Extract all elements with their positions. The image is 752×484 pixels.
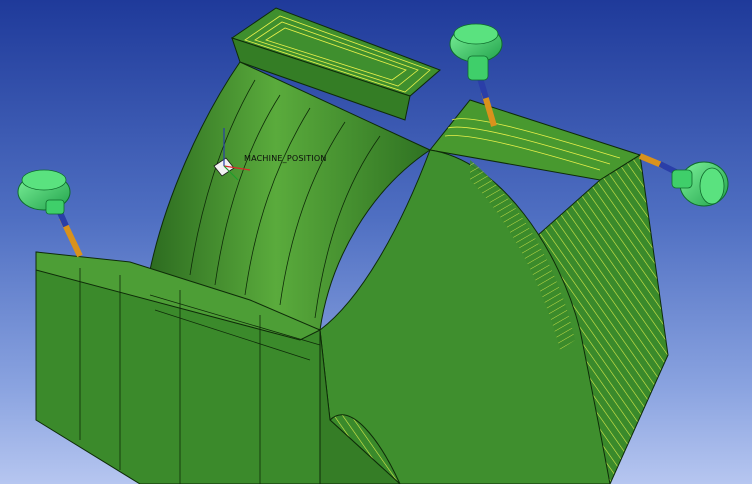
cutting-tool-right[interactable] xyxy=(638,153,729,207)
graphics-viewport[interactable]: MACHINE_POSITION xyxy=(0,0,752,484)
cutting-tool-left[interactable] xyxy=(17,169,83,258)
workpiece-part[interactable] xyxy=(35,7,669,484)
machine-position-label: MACHINE_POSITION xyxy=(244,154,327,163)
cad-scene[interactable] xyxy=(0,0,752,484)
